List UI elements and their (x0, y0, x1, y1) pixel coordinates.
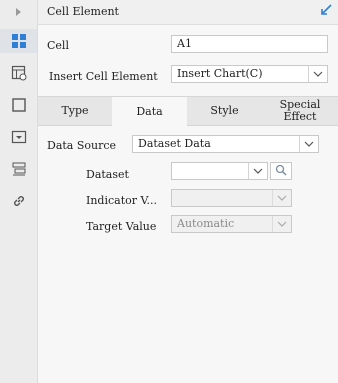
chevron-down-icon[interactable] (272, 216, 291, 232)
insert-cell-element-label: Insert Cell Element (49, 70, 158, 83)
tab-type[interactable]: Type (38, 97, 112, 125)
cell-field[interactable]: A1 (171, 35, 328, 53)
widget-icon[interactable] (0, 125, 37, 149)
cell-element-icon[interactable] (0, 29, 37, 53)
layer-icon[interactable] (0, 157, 37, 181)
expand-arrow-icon[interactable] (0, 0, 37, 24)
target-value: Automatic (177, 217, 235, 230)
collapse-panel-icon[interactable] (320, 4, 332, 19)
tab-special-effect[interactable]: Special Effect (262, 97, 338, 125)
tab-bar: Type Data Style Special Effect (38, 96, 338, 126)
side-rail (0, 0, 38, 383)
indicator-select[interactable] (171, 189, 292, 207)
target-value-label: Target Value (86, 220, 157, 233)
cell-label: Cell (47, 39, 69, 52)
data-source-select[interactable]: Dataset Data (132, 135, 319, 153)
border-icon[interactable] (0, 93, 37, 117)
panel-header: Cell Element (38, 0, 338, 25)
data-source-label: Data Source (47, 139, 117, 152)
cell-value: A1 (177, 37, 192, 50)
panel-title: Cell Element (47, 5, 119, 18)
data-source-value: Dataset Data (138, 137, 211, 150)
chevron-down-icon[interactable] (248, 163, 267, 179)
chevron-down-icon[interactable] (299, 136, 318, 152)
insert-cell-element-select[interactable]: Insert Chart(C) (171, 65, 328, 83)
hyperlink-icon[interactable] (0, 189, 37, 213)
chevron-down-icon[interactable] (308, 66, 327, 82)
tab-style[interactable]: Style (187, 97, 262, 125)
target-value-select[interactable]: Automatic (171, 215, 292, 233)
search-dataset-button[interactable] (270, 162, 292, 180)
insert-cell-element-value: Insert Chart(C) (177, 67, 263, 80)
cell-attribute-icon[interactable] (0, 61, 37, 85)
chevron-down-icon[interactable] (272, 190, 291, 206)
dataset-label: Dataset (86, 168, 129, 181)
indicator-label: Indicator V... (86, 194, 158, 207)
dataset-select[interactable] (171, 162, 268, 180)
cell-element-panel: Cell Element Cell A1 Insert Cell Element… (38, 0, 338, 383)
tab-data[interactable]: Data (112, 97, 187, 126)
search-icon (275, 164, 287, 179)
